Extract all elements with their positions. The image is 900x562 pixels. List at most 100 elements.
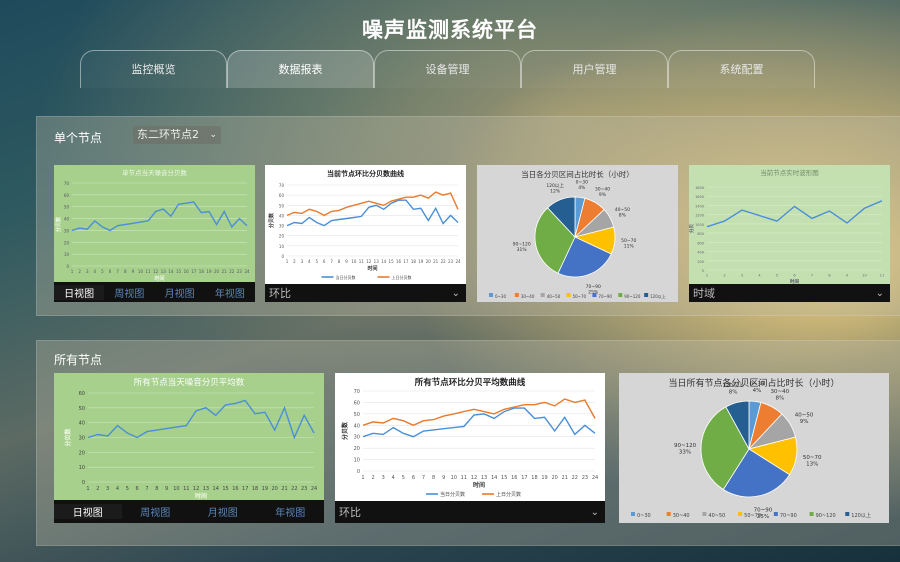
y-tick-label: 40 xyxy=(354,423,360,429)
y-tick-label: 0 xyxy=(702,269,704,273)
single-node-heading: 单个节点 xyxy=(54,131,103,145)
x-tick-label: 12 xyxy=(366,259,372,264)
x-tick-label: 10 xyxy=(138,269,144,274)
x-tick-label: 6 xyxy=(109,269,112,274)
single-node-panel: 单个节点 东二环节点2 ⌄ 单节点当天噪音分贝数 0 10 20 30 40 50 60 70 1… xyxy=(36,116,900,316)
legend-label: 30~40 xyxy=(673,513,690,519)
all-view-bar: 日视图 周视图 月视图 年视图 xyxy=(54,500,324,523)
x-axis-label: 时间 xyxy=(367,265,377,272)
x-tick-label: 22 xyxy=(572,475,578,481)
view-tab-year[interactable]: 年视图 xyxy=(205,285,255,300)
single-wave-chart: 当前节点实时波形图0200400600800100012001400160018… xyxy=(689,168,884,284)
x-tick-label: 7 xyxy=(145,486,148,492)
x-tick-label: 17 xyxy=(521,475,527,481)
x-axis-label: 时间 xyxy=(473,481,485,489)
x-tick-label: 15 xyxy=(176,269,182,274)
view-tab-week[interactable]: 周视图 xyxy=(104,285,154,300)
tab-device-management[interactable]: 设备管理 xyxy=(374,50,521,88)
y-tick-label: 30 xyxy=(79,436,85,442)
pie-value: 13% xyxy=(806,462,818,468)
pie-value: 4% xyxy=(753,388,762,394)
x-tick-label: 16 xyxy=(511,475,517,481)
single-pie-card: 当日各分贝区间占比时长（小时） 0~30 4% 30~40 9% 40~50 8% 50~70… xyxy=(477,165,678,302)
x-tick-label: 5 xyxy=(776,274,778,278)
x-tick-label: 24 xyxy=(592,475,598,481)
view-tab-month[interactable]: 月视图 xyxy=(189,504,257,519)
single-compare-footer[interactable]: 环比 ⌄ xyxy=(265,284,466,302)
y-tick-label: 50 xyxy=(354,412,360,418)
main-tabs: 监控概览 数据报表 设备管理 用户管理 系统配置 xyxy=(80,50,815,88)
x-tick-label: 12 xyxy=(153,269,159,274)
pie-value: 8% xyxy=(775,395,784,401)
x-tick-label: 11 xyxy=(183,486,189,492)
x-tick-label: 13 xyxy=(161,269,167,274)
x-tick-label: 2 xyxy=(723,274,725,278)
x-tick-label: 1 xyxy=(86,486,89,492)
view-tab-day[interactable]: 日视图 xyxy=(54,504,122,519)
x-tick-label: 21 xyxy=(222,269,228,274)
tab-system-config[interactable]: 系统配置 xyxy=(668,50,815,88)
chevron-down-icon: ⌄ xyxy=(590,506,599,518)
x-tick-label: 5 xyxy=(126,486,129,492)
y-axis-label: 分贝 xyxy=(689,224,695,233)
x-tick-label: 11 xyxy=(359,259,365,264)
y-tick-label: 60 xyxy=(64,193,70,198)
tab-user-management[interactable]: 用户管理 xyxy=(521,50,668,88)
x-tick-label: 20 xyxy=(272,486,278,492)
y-tick-label: 0 xyxy=(357,469,360,475)
x-tick-label: 6 xyxy=(793,274,795,278)
pie-label: 50~70 xyxy=(803,455,822,461)
x-tick-label: 9 xyxy=(132,269,135,274)
series-line-2 xyxy=(286,191,459,217)
x-tick-label: 20 xyxy=(551,475,557,481)
pie-label: 0~30 xyxy=(749,382,765,388)
y-tick-label: 800 xyxy=(697,232,704,236)
y-tick-label: 1400 xyxy=(695,204,704,208)
x-tick-label: 21 xyxy=(281,486,287,492)
node-select[interactable]: 东二环节点2 ⌄ xyxy=(133,126,221,144)
legend-swatch xyxy=(592,293,597,297)
single-pie-chart: 当日各分贝区间占比时长（小时）0~304% 30~409%40~508%50~70… xyxy=(489,169,666,299)
all-nodes-panel: 所有节点 所有节点当天噪音分贝平均数 0 10 20 30 40 50 60 1 2 3 4 5 6 7 8 9… xyxy=(36,340,900,546)
y-tick-label: 1200 xyxy=(695,214,704,218)
view-tab-month[interactable]: 月视图 xyxy=(155,285,205,300)
x-tick-label: 7 xyxy=(811,274,813,278)
pie-label: 30~40 xyxy=(595,187,610,193)
x-tick-label: 13 xyxy=(481,475,487,481)
y-tick-label: 20 xyxy=(279,234,285,239)
series-line-1 xyxy=(87,399,315,440)
single-wave-footer[interactable]: 时域 ⌄ xyxy=(689,284,890,302)
view-tab-week[interactable]: 周视图 xyxy=(122,504,190,519)
chart-title: 当日各分贝区间占比时长（小时） xyxy=(521,169,634,179)
legend-label: 90~120 xyxy=(624,294,641,299)
pie-value: 9% xyxy=(800,419,809,425)
x-tick-label: 5 xyxy=(101,269,104,274)
y-tick-label: 0 xyxy=(281,254,284,259)
view-tab-day[interactable]: 日视图 xyxy=(54,284,105,300)
y-tick-label: 40 xyxy=(79,421,85,427)
single-daily-card: 单节点当天噪音分贝数 0 10 20 30 40 50 60 70 1 2 3 4 5 6 7 8 9 10 11 12… xyxy=(54,165,255,302)
legend-label: 上日分贝数 xyxy=(392,274,412,280)
x-tick-label: 10 xyxy=(351,259,357,264)
view-tab-year[interactable]: 年视图 xyxy=(257,504,325,519)
x-axis-label: 时间 xyxy=(195,492,207,500)
legend-label: 120以上 xyxy=(650,293,666,299)
y-tick-label: 50 xyxy=(64,205,70,210)
tab-monitor-overview[interactable]: 监控概览 xyxy=(80,50,227,88)
x-tick-label: 15 xyxy=(222,486,228,492)
series-line-1 xyxy=(706,200,883,228)
x-tick-label: 3 xyxy=(86,269,89,274)
x-tick-label: 8 xyxy=(338,259,341,264)
all-compare-footer[interactable]: 环比 ⌄ xyxy=(335,501,605,523)
x-tick-label: 24 xyxy=(311,486,317,492)
y-tick-label: 50 xyxy=(79,406,85,412)
tab-data-report[interactable]: 数据报表 xyxy=(227,50,374,88)
y-axis-label: 分贝数 xyxy=(268,212,275,228)
all-compare-card: 所有节点环比分贝平均数曲线 0 10 20 30 40 50 60 70 1 2 3 4 5 6 7 8 9 10 1… xyxy=(335,373,605,523)
x-tick-label: 24 xyxy=(455,259,461,264)
x-tick-label: 17 xyxy=(403,259,409,264)
all-daily-chart: 所有节点当天噪音分贝平均数01020304050601 2 3 4 5 6 7 8 9 10 11 1… xyxy=(64,377,317,500)
x-tick-label: 1 xyxy=(286,259,289,264)
chevron-down-icon: ⌄ xyxy=(209,130,217,140)
y-tick-label: 10 xyxy=(79,465,85,471)
